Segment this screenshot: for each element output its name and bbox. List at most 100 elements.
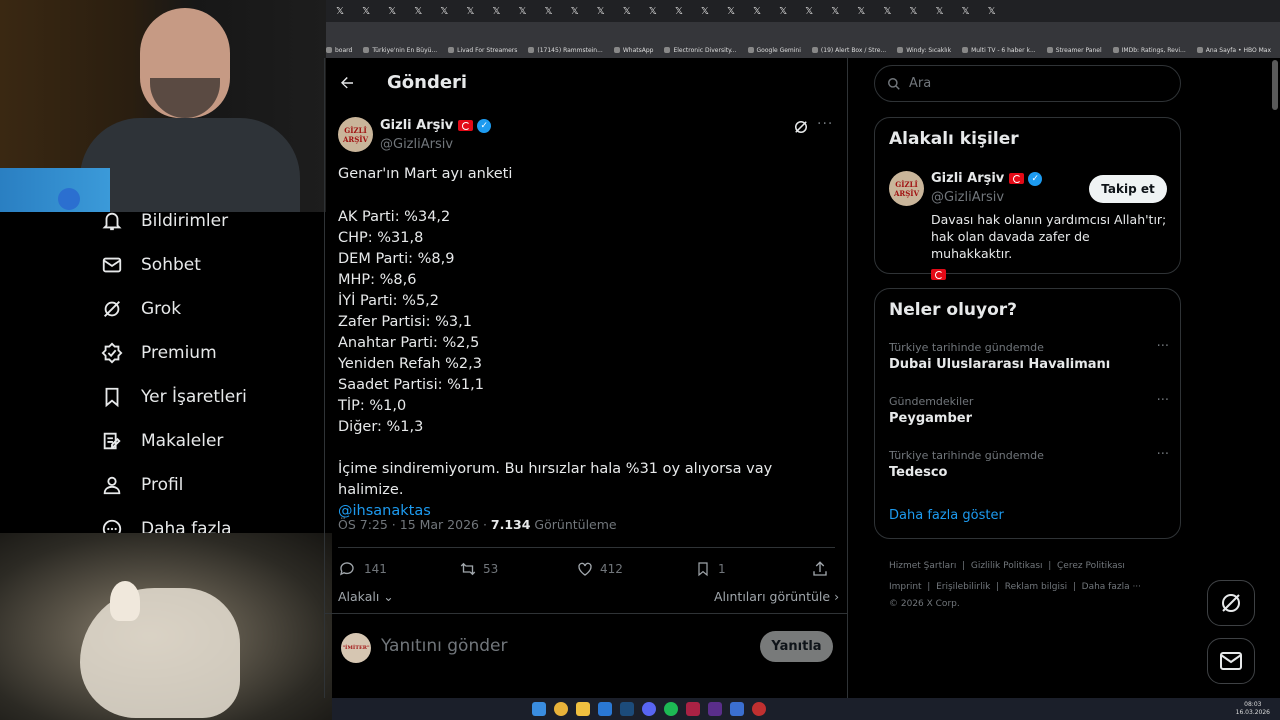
browser-tab[interactable]: 𝕏: [466, 6, 474, 17]
bookmark-item[interactable]: (19) Alert Box / Stre...: [811, 47, 886, 54]
bookmark-item[interactable]: Livad For Streamers: [448, 47, 517, 54]
nav-item-premium[interactable]: Premium: [100, 337, 217, 369]
app-icon[interactable]: [752, 702, 766, 716]
footer-link[interactable]: Reklam bilgisi: [1005, 582, 1067, 592]
bookmark-item[interactable]: Ana Sayfa • HBO Max: [1196, 47, 1271, 54]
bookmark-item[interactable]: WhatsApp: [613, 47, 653, 54]
reply-button[interactable]: 141: [338, 560, 387, 578]
view-quotes-link[interactable]: Alıntıları görüntüle ›: [714, 589, 839, 604]
user-avatar[interactable]: "İMİTER": [341, 633, 371, 663]
like-button[interactable]: 412: [576, 560, 623, 578]
browser-tab[interactable]: 𝕏: [362, 6, 370, 17]
bookmark-item[interactable]: Electronic Diversity...: [664, 47, 737, 54]
app-icon[interactable]: [598, 702, 612, 716]
messages-floating-button[interactable]: [1207, 638, 1255, 684]
trend-item[interactable]: Gündemdekiler Peygamber ···: [889, 393, 1169, 426]
post-timestamp[interactable]: ÖS 7:25 · 15 Mar 2026 ·: [338, 517, 491, 532]
footer-link[interactable]: Daha fazla ···: [1082, 582, 1141, 592]
author-name-row[interactable]: Gizli Arşiv ✓: [380, 118, 492, 133]
back-arrow-icon[interactable]: [337, 72, 357, 94]
nav-item-bildirimler[interactable]: Bildirimler: [100, 205, 228, 237]
browser-tab[interactable]: 𝕏: [701, 6, 709, 17]
author-handle[interactable]: @GizliArsiv: [380, 137, 453, 152]
more-options-icon[interactable]: ···: [817, 116, 833, 132]
search-input[interactable]: Ara: [909, 76, 931, 91]
bookmark-item[interactable]: IMDb: Ratings, Revi...: [1112, 47, 1186, 54]
repost-button[interactable]: 53: [458, 560, 498, 578]
grok-floating-button[interactable]: [1207, 580, 1255, 626]
browser-tab[interactable]: 𝕏: [623, 6, 631, 17]
browser-tab[interactable]: 𝕏: [727, 6, 735, 17]
browser-tab[interactable]: 𝕏: [883, 6, 891, 17]
clock[interactable]: 08:03 16.03.2026: [1236, 701, 1270, 717]
bookmark-item[interactable]: Türkiye'nin En Büyü...: [363, 47, 437, 54]
related-name-row[interactable]: Gizli Arşiv ✓: [931, 171, 1043, 186]
footer-link[interactable]: Hizmet Şartları: [889, 561, 956, 571]
nav-item-yer-i̇şaretleri[interactable]: Yer İşaretleri: [100, 381, 247, 413]
spotify-icon[interactable]: [664, 702, 678, 716]
nav-item-makaleler[interactable]: Makaleler: [100, 425, 223, 457]
reply-button-submit[interactable]: Yanıtla: [760, 631, 833, 662]
app-icon[interactable]: [708, 702, 722, 716]
bookmark-item[interactable]: Google Gemini: [747, 47, 801, 54]
bookmark-item[interactable]: (17145) Rammstein...: [528, 47, 603, 54]
bookmark-item[interactable]: Windy: Sıcaklık: [897, 47, 951, 54]
browser-tab[interactable]: 𝕏: [518, 6, 526, 17]
footer-link[interactable]: Gizlilik Politikası: [971, 561, 1043, 571]
follow-button[interactable]: Takip et: [1089, 175, 1167, 203]
show-more-link[interactable]: Daha fazla göster: [889, 508, 1004, 523]
browser-tab[interactable]: 𝕏: [831, 6, 839, 17]
trend-more-icon[interactable]: ···: [1157, 393, 1169, 408]
browser-tab[interactable]: 𝕏: [388, 6, 396, 17]
scrollbar-thumb[interactable]: [1272, 60, 1278, 110]
browser-tab[interactable]: 𝕏: [962, 6, 970, 17]
trend-more-icon[interactable]: ···: [1157, 339, 1169, 354]
related-name[interactable]: Gizli Arşiv: [931, 171, 1004, 186]
trend-item[interactable]: Türkiye tarihinde gündemde Dubai Uluslara…: [889, 339, 1169, 372]
nav-item-profil[interactable]: Profil: [100, 469, 183, 501]
browser-tab[interactable]: 𝕏: [857, 6, 865, 17]
browser-tab[interactable]: 𝕏: [753, 6, 761, 17]
app-icon[interactable]: [730, 702, 744, 716]
nav-item-grok[interactable]: Grok: [100, 293, 181, 325]
browser-tab[interactable]: 𝕏: [935, 6, 943, 17]
grok-icon[interactable]: [792, 118, 810, 136]
browser-tab[interactable]: 𝕏: [597, 6, 605, 17]
bookmark-item[interactable]: Multi TV - 6 haber k...: [962, 47, 1036, 54]
nav-item-sohbet[interactable]: Sohbet: [100, 249, 201, 281]
footer-link[interactable]: Çerez Politikası: [1057, 561, 1125, 571]
related-sort-dropdown[interactable]: Alakalı ⌄: [338, 589, 394, 604]
author-avatar[interactable]: GİZLİ ARŞİV: [338, 117, 373, 152]
browser-tab[interactable]: 𝕏: [675, 6, 683, 17]
related-avatar[interactable]: GİZLİ ARŞİV: [889, 171, 924, 206]
browser-tab[interactable]: 𝕏: [571, 6, 579, 17]
chrome-icon[interactable]: [554, 702, 568, 716]
bookmark-item[interactable]: board: [326, 47, 352, 54]
trend-more-icon[interactable]: ···: [1157, 447, 1169, 462]
footer-link[interactable]: Imprint: [889, 582, 922, 592]
trend-item[interactable]: Türkiye tarihinde gündemde Tedesco ···: [889, 447, 1169, 480]
bookmark-button[interactable]: 1: [695, 560, 726, 578]
reply-input[interactable]: Yanıtını gönder: [381, 636, 507, 656]
browser-tab-strip[interactable]: 𝕏𝕏𝕏𝕏𝕏𝕏𝕏𝕏𝕏𝕏𝕏𝕏𝕏𝕏𝕏𝕏𝕏𝕏𝕏𝕏𝕏𝕏𝕏𝕏𝕏𝕏: [326, 0, 1280, 22]
search-bar[interactable]: Ara: [874, 65, 1181, 102]
browser-tab[interactable]: 𝕏: [805, 6, 813, 17]
start-icon[interactable]: [532, 702, 546, 716]
browser-tab[interactable]: 𝕏: [414, 6, 422, 17]
app-icon[interactable]: [686, 702, 700, 716]
share-icon[interactable]: [811, 560, 829, 581]
discord-icon[interactable]: [642, 702, 656, 716]
browser-tab[interactable]: 𝕏: [779, 6, 787, 17]
browser-tab[interactable]: 𝕏: [440, 6, 448, 17]
steam-icon[interactable]: [620, 702, 634, 716]
browser-tab[interactable]: 𝕏: [492, 6, 500, 17]
bookmark-item[interactable]: Streamer Panel: [1046, 47, 1102, 54]
author-name[interactable]: Gizli Arşiv: [380, 118, 453, 133]
related-handle[interactable]: @GizliArsiv: [931, 190, 1004, 205]
browser-tab[interactable]: 𝕏: [988, 6, 996, 17]
folder-icon[interactable]: [576, 702, 590, 716]
browser-tab[interactable]: 𝕏: [909, 6, 917, 17]
browser-tab[interactable]: 𝕏: [545, 6, 553, 17]
footer-link[interactable]: Erişilebilirlik: [936, 582, 990, 592]
browser-tab[interactable]: 𝕏: [336, 6, 344, 17]
